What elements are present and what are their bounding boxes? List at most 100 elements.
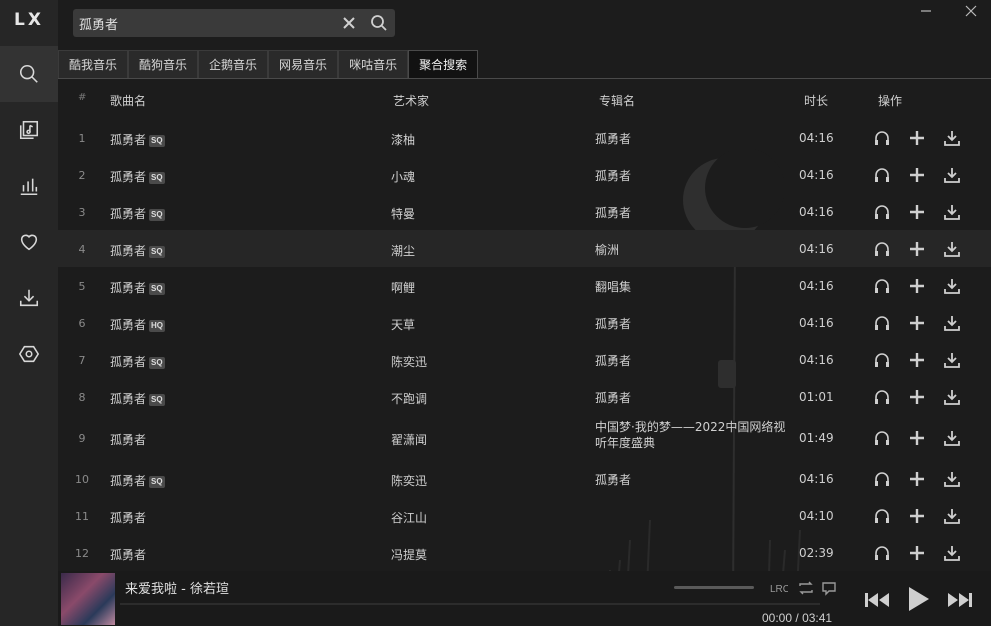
- comment-icon[interactable]: [820, 579, 838, 597]
- previous-icon[interactable]: [862, 585, 892, 615]
- add-to-list-button[interactable]: [908, 203, 926, 221]
- artist-name[interactable]: 陈奕迅: [391, 472, 427, 489]
- album-name[interactable]: 孤勇者: [595, 205, 790, 221]
- table-row[interactable]: 1 孤勇者 SQ 漆柚 孤勇者 04:16: [58, 119, 991, 156]
- add-to-list-button[interactable]: [908, 240, 926, 258]
- table-row[interactable]: 8 孤勇者 SQ 不跑调 孤勇者 01:01: [58, 378, 991, 415]
- now-playing-title[interactable]: 来爱我啦 - 徐若瑄: [125, 578, 229, 597]
- table-row[interactable]: 11 孤勇者 谷江山 04:10: [58, 497, 991, 534]
- album-name[interactable]: 孤勇者: [595, 353, 790, 369]
- volume-slider[interactable]: [674, 586, 754, 589]
- table-row[interactable]: 4 孤勇者 SQ 潮尘 榆洲 04:16: [58, 230, 991, 267]
- song-name[interactable]: 孤勇者: [110, 431, 146, 448]
- artist-name[interactable]: 天草: [391, 316, 415, 333]
- album-cover[interactable]: [61, 573, 115, 625]
- sidebar-item-playlist[interactable]: [0, 102, 58, 158]
- add-to-list-button[interactable]: [908, 388, 926, 406]
- listen-button[interactable]: [873, 429, 891, 447]
- tab-migu[interactable]: 咪咕音乐: [338, 50, 409, 79]
- add-to-list-button[interactable]: [908, 129, 926, 147]
- tab-aggregate[interactable]: 聚合搜索: [408, 50, 479, 79]
- download-button[interactable]: [943, 277, 961, 295]
- artist-name[interactable]: 冯提莫: [391, 546, 427, 563]
- song-name[interactable]: 孤勇者 SQ: [110, 205, 165, 222]
- add-to-list-button[interactable]: [908, 351, 926, 369]
- song-name[interactable]: 孤勇者 HQ: [110, 316, 166, 333]
- search-input[interactable]: [79, 13, 329, 33]
- add-to-list-button[interactable]: [908, 166, 926, 184]
- artist-name[interactable]: 陈奕迅: [391, 353, 427, 370]
- tab-kugou[interactable]: 酷狗音乐: [128, 50, 199, 79]
- add-to-list-button[interactable]: [908, 507, 926, 525]
- download-button[interactable]: [943, 314, 961, 332]
- add-to-list-button[interactable]: [908, 429, 926, 447]
- album-name[interactable]: 榆洲: [595, 242, 790, 258]
- download-button[interactable]: [943, 388, 961, 406]
- close-icon[interactable]: [341, 15, 357, 31]
- tab-kuwo[interactable]: 酷我音乐: [58, 50, 129, 79]
- album-name[interactable]: 孤勇者: [595, 472, 790, 488]
- song-name[interactable]: 孤勇者 SQ: [110, 390, 165, 407]
- song-name[interactable]: 孤勇者 SQ: [110, 168, 165, 185]
- table-row[interactable]: 12 孤勇者 冯提莫 02:39: [58, 534, 991, 571]
- artist-name[interactable]: 潮尘: [391, 242, 415, 259]
- table-row[interactable]: 6 孤勇者 HQ 天草 孤勇者 04:16: [58, 304, 991, 341]
- album-name[interactable]: 孤勇者: [595, 131, 790, 147]
- add-to-list-button[interactable]: [908, 470, 926, 488]
- listen-button[interactable]: [873, 277, 891, 295]
- sidebar-item-downloads[interactable]: [0, 270, 58, 326]
- song-name[interactable]: 孤勇者 SQ: [110, 131, 165, 148]
- song-name[interactable]: 孤勇者: [110, 509, 146, 526]
- download-button[interactable]: [943, 429, 961, 447]
- progress-bar[interactable]: [120, 603, 820, 605]
- table-row[interactable]: 2 孤勇者 SQ 小魂 孤勇者 04:16: [58, 156, 991, 193]
- sidebar-item-favorites[interactable]: [0, 214, 58, 270]
- lyric-icon[interactable]: LRC: [770, 579, 788, 597]
- table-row[interactable]: 9 孤勇者 翟潇闻 中国梦·我的梦——2022中国网络视听年度盛典 01:49: [58, 415, 991, 460]
- table-row[interactable]: 3 孤勇者 SQ 特曼 孤勇者 04:16: [58, 193, 991, 230]
- song-name[interactable]: 孤勇者 SQ: [110, 472, 165, 489]
- song-name[interactable]: 孤勇者 SQ: [110, 242, 165, 259]
- download-button[interactable]: [943, 129, 961, 147]
- listen-button[interactable]: [873, 129, 891, 147]
- listen-button[interactable]: [873, 388, 891, 406]
- add-to-list-button[interactable]: [908, 544, 926, 562]
- listen-button[interactable]: [873, 314, 891, 332]
- sidebar-item-search[interactable]: [0, 46, 58, 102]
- artist-name[interactable]: 啊鲤: [391, 279, 415, 296]
- download-button[interactable]: [943, 470, 961, 488]
- listen-button[interactable]: [873, 203, 891, 221]
- table-row[interactable]: 5 孤勇者 SQ 啊鲤 翻唱集 04:16: [58, 267, 991, 304]
- minimize-icon[interactable]: [918, 3, 934, 19]
- download-button[interactable]: [943, 507, 961, 525]
- search-icon[interactable]: [369, 13, 389, 33]
- next-icon[interactable]: [945, 585, 975, 615]
- artist-name[interactable]: 小魂: [391, 168, 415, 185]
- sidebar-item-charts[interactable]: [0, 158, 58, 214]
- play-icon[interactable]: [903, 584, 933, 614]
- artist-name[interactable]: 不跑调: [391, 390, 427, 407]
- add-to-list-button[interactable]: [908, 314, 926, 332]
- artist-name[interactable]: 谷江山: [391, 509, 427, 526]
- artist-name[interactable]: 翟潇闻: [391, 431, 427, 448]
- song-name[interactable]: 孤勇者 SQ: [110, 279, 165, 296]
- download-button[interactable]: [943, 240, 961, 258]
- repeat-icon[interactable]: [797, 579, 815, 597]
- table-row[interactable]: 7 孤勇者 SQ 陈奕迅 孤勇者 04:16: [58, 341, 991, 378]
- album-name[interactable]: 孤勇者: [595, 168, 790, 184]
- album-name[interactable]: 孤勇者: [595, 390, 790, 406]
- download-button[interactable]: [943, 544, 961, 562]
- download-button[interactable]: [943, 351, 961, 369]
- album-name[interactable]: 中国梦·我的梦——2022中国网络视听年度盛典: [595, 419, 790, 451]
- tab-qq[interactable]: 企鹅音乐: [198, 50, 269, 79]
- album-name[interactable]: 翻唱集: [595, 279, 790, 295]
- table-row[interactable]: 10 孤勇者 SQ 陈奕迅 孤勇者 04:16: [58, 460, 991, 497]
- download-button[interactable]: [943, 166, 961, 184]
- add-to-list-button[interactable]: [908, 277, 926, 295]
- song-name[interactable]: 孤勇者: [110, 546, 146, 563]
- album-name[interactable]: 孤勇者: [595, 316, 790, 332]
- listen-button[interactable]: [873, 351, 891, 369]
- listen-button[interactable]: [873, 544, 891, 562]
- listen-button[interactable]: [873, 166, 891, 184]
- song-name[interactable]: 孤勇者 SQ: [110, 353, 165, 370]
